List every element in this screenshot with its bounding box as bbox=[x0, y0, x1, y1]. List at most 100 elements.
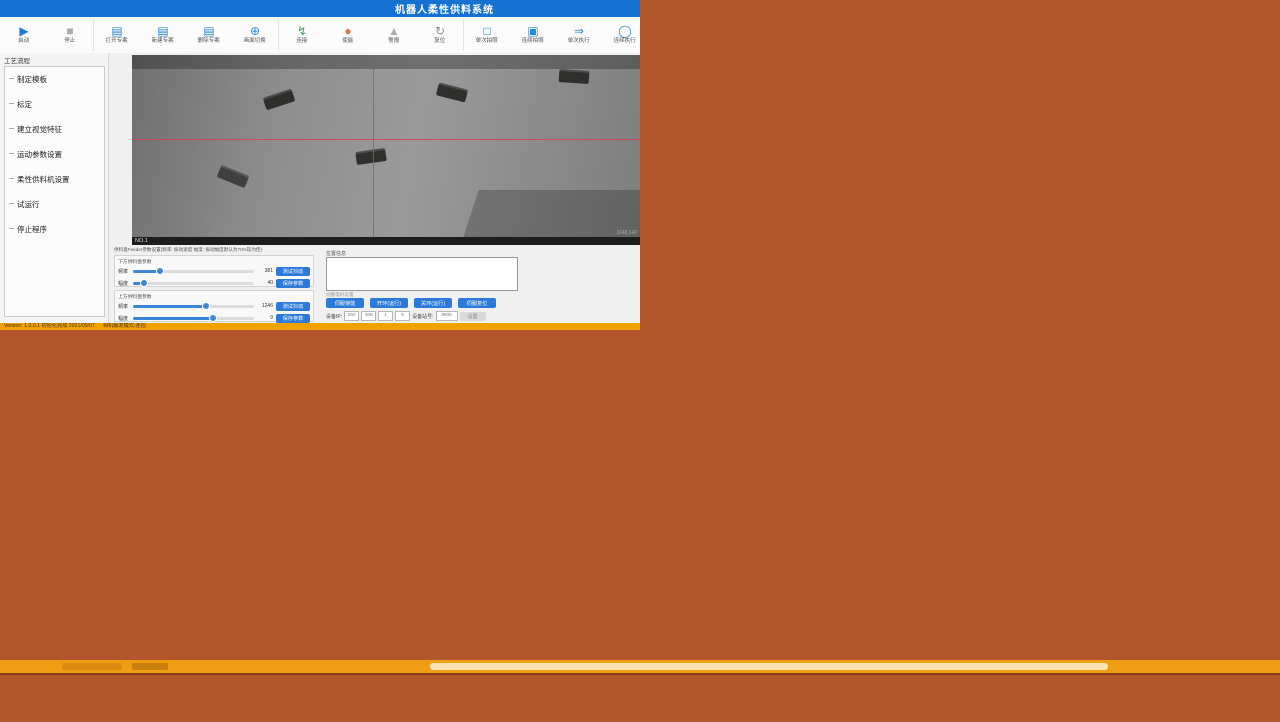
status-segment: 相机触发模式:连拍 bbox=[103, 323, 146, 330]
feeder-slider[interactable] bbox=[133, 305, 254, 308]
feeder-slider-row: 频率 1246 测试抖动 bbox=[118, 300, 310, 312]
taskbar-inner-bar[interactable] bbox=[430, 663, 1108, 670]
bracket-part bbox=[355, 148, 387, 165]
slider-thumb[interactable] bbox=[156, 267, 164, 275]
servo-buttons: 伺服使能开环(运行) 关环(运行) 伺服复位 bbox=[326, 298, 496, 308]
lower-feeder-group: 下方供料盘参数 频率 381 测试抖动 bbox=[114, 255, 314, 287]
ip-octets: 19216815 bbox=[344, 311, 410, 321]
feeder-slider[interactable] bbox=[133, 317, 254, 320]
open-project-icon: ▤ bbox=[111, 25, 122, 38]
toolbar-button[interactable]: ▶ 启动 bbox=[1, 19, 47, 51]
single-run-icon: ⇒ bbox=[574, 25, 584, 38]
start-icon: ▶ bbox=[19, 25, 28, 38]
continuous-shot-icon: ▣ bbox=[527, 25, 538, 38]
image-shadow-corner bbox=[463, 190, 640, 237]
feeder-action-button[interactable]: 测试抖动 bbox=[276, 267, 310, 276]
titlebar[interactable]: 机器人柔性供料系统 bbox=[0, 0, 640, 17]
process-steps: 制定模板标定建立视觉特征运动参数设置柔性供料机设置试运行停止程序 bbox=[4, 66, 105, 317]
toolbar-button[interactable]: ▤ 删除专案 bbox=[186, 19, 232, 51]
process-step-item[interactable]: 试运行 bbox=[17, 199, 104, 210]
feeder-slider-row: 幅度 40 保存参数 bbox=[118, 277, 310, 289]
toolbar-button[interactable]: ▲ 警报 bbox=[371, 19, 417, 51]
group-title: 下方供料盘参数 bbox=[118, 258, 310, 265]
slider-thumb[interactable] bbox=[140, 279, 148, 287]
process-sidebar: 工艺流程 制定模板标定建立视觉特征运动参数设置柔性供料机设置试运行停止程序 bbox=[0, 53, 109, 323]
toolbar-button[interactable]: ⇒ 单次执行 bbox=[556, 19, 602, 51]
feeder-rows: 频率 381 测试抖动 幅度 bbox=[118, 265, 310, 289]
position-info-box bbox=[326, 257, 518, 291]
servo-button[interactable]: 关环(运行) bbox=[414, 298, 452, 308]
process-step-item[interactable]: 标定 bbox=[17, 99, 104, 110]
slider-label: 幅度 bbox=[118, 315, 130, 322]
bracket-part bbox=[436, 83, 468, 103]
bracket-part bbox=[558, 69, 589, 84]
device-set-button[interactable]: 设置 bbox=[460, 312, 486, 321]
toolbar-button[interactable]: ● 使能 bbox=[325, 19, 371, 51]
feeder-slider[interactable] bbox=[133, 282, 254, 285]
slider-label: 幅度 bbox=[118, 280, 130, 287]
process-step-item[interactable]: 制定模板 bbox=[17, 74, 104, 85]
toolbar-button[interactable]: ↯ 连接 bbox=[278, 19, 325, 51]
taskbar-strip bbox=[0, 660, 1280, 673]
toolbar-button[interactable]: ⊕ 画面切换 bbox=[232, 19, 278, 51]
slider-fill bbox=[133, 317, 213, 320]
ip-octet-input[interactable]: 192 bbox=[344, 311, 359, 321]
feeder-slider-row: 频率 381 测试抖动 bbox=[118, 265, 310, 277]
feeder-action-button[interactable]: 测试抖动 bbox=[276, 302, 310, 311]
slider-label: 频率 bbox=[118, 268, 130, 275]
window-bottom-right: 机器人柔性供料系统 ▶ 启动 ■ 停止 ▤ 打开专案 ▤ 新建专案 bbox=[0, 0, 640, 330]
image-shadow-top bbox=[132, 55, 640, 69]
servo-button[interactable]: 伺服复位 bbox=[458, 298, 496, 308]
toolbar-button[interactable]: ▤ 新建专案 bbox=[140, 19, 186, 51]
process-step-item[interactable]: 建立视觉特征 bbox=[17, 124, 104, 135]
slider-thumb[interactable] bbox=[202, 302, 210, 310]
sidebar-title: 工艺流程 bbox=[0, 53, 108, 67]
continuous-run-icon: ◯ bbox=[618, 25, 631, 38]
ip-octet-input[interactable]: 1 bbox=[378, 311, 393, 321]
feeder-action-button[interactable]: 保存参数 bbox=[276, 279, 310, 288]
taskbar-chip bbox=[132, 663, 168, 670]
camera-view[interactable]: 1148,142 bbox=[132, 55, 640, 237]
device-ip-label: 设备IP: bbox=[326, 313, 342, 320]
delete-project-icon: ▤ bbox=[203, 25, 214, 38]
bracket-part bbox=[263, 89, 296, 111]
ip-octet-input[interactable]: 5 bbox=[395, 311, 410, 321]
taskbar-chip bbox=[62, 663, 122, 670]
slider-fill bbox=[133, 305, 206, 308]
slider-label: 频率 bbox=[118, 303, 130, 310]
feeder-action-button[interactable]: 保存参数 bbox=[276, 314, 310, 323]
station-input[interactable]: 9600 bbox=[436, 311, 458, 321]
slider-thumb[interactable] bbox=[209, 314, 217, 322]
feeder-zone: 供料盘Feeder参数设置(频率: 振动速度 幅度: 振动幅度默认为70%较为佳… bbox=[110, 247, 640, 323]
servo-button[interactable]: 伺服使能 bbox=[326, 298, 364, 308]
process-step-item[interactable]: 运动参数设置 bbox=[17, 149, 104, 160]
process-step-item[interactable]: 柔性供料机设置 bbox=[17, 174, 104, 185]
toolbar-button[interactable]: ▣ 连续拍照 bbox=[510, 19, 556, 51]
toolbar: ▶ 启动 ■ 停止 ▤ 打开专案 ▤ 新建专案 ▤ 删除专案 bbox=[0, 17, 640, 54]
reset-icon: ↻ bbox=[435, 25, 445, 38]
toolbar-button[interactable]: ■ 停止 bbox=[47, 19, 93, 51]
feeder-slider[interactable] bbox=[133, 270, 254, 273]
toolbar-button[interactable]: ▤ 打开专案 bbox=[93, 19, 140, 51]
slider-value: 9 bbox=[257, 315, 273, 321]
slider-value: 40 bbox=[257, 280, 273, 286]
new-project-icon: ▤ bbox=[157, 25, 168, 38]
device-config-row: 设备IP: 19216815 设备站号: 9600 设置 bbox=[326, 311, 486, 321]
station-label: 设备站号: bbox=[412, 313, 433, 320]
window-body: 工艺流程 制定模板标定建立视觉特征运动参数设置柔性供料机设置试运行停止程序 11… bbox=[0, 53, 640, 323]
crosshair-v bbox=[373, 55, 374, 237]
group-title: 上方供料盘参数 bbox=[118, 293, 310, 300]
crosshair-h bbox=[132, 139, 640, 140]
toolbar-button[interactable]: ◯ 连续执行 bbox=[602, 19, 640, 51]
slider-value: 1246 bbox=[257, 303, 273, 309]
position-info-label: 位置信息 bbox=[326, 250, 346, 257]
ip-octet-input[interactable]: 168 bbox=[361, 311, 376, 321]
toolbar-button[interactable]: □ 单次拍照 bbox=[463, 19, 510, 51]
servo-button[interactable]: 开环(运行) bbox=[370, 298, 408, 308]
toolbar-button[interactable]: ↻ 复位 bbox=[417, 19, 463, 51]
enable-icon: ● bbox=[344, 25, 351, 38]
connect-icon: ↯ bbox=[297, 25, 307, 38]
screen-switch-icon: ⊕ bbox=[250, 25, 260, 38]
feeder-header: 供料盘Feeder参数设置(频率: 振动速度 幅度: 振动幅度默认为70%较为佳… bbox=[114, 247, 262, 253]
process-step-item[interactable]: 停止程序 bbox=[17, 224, 104, 235]
